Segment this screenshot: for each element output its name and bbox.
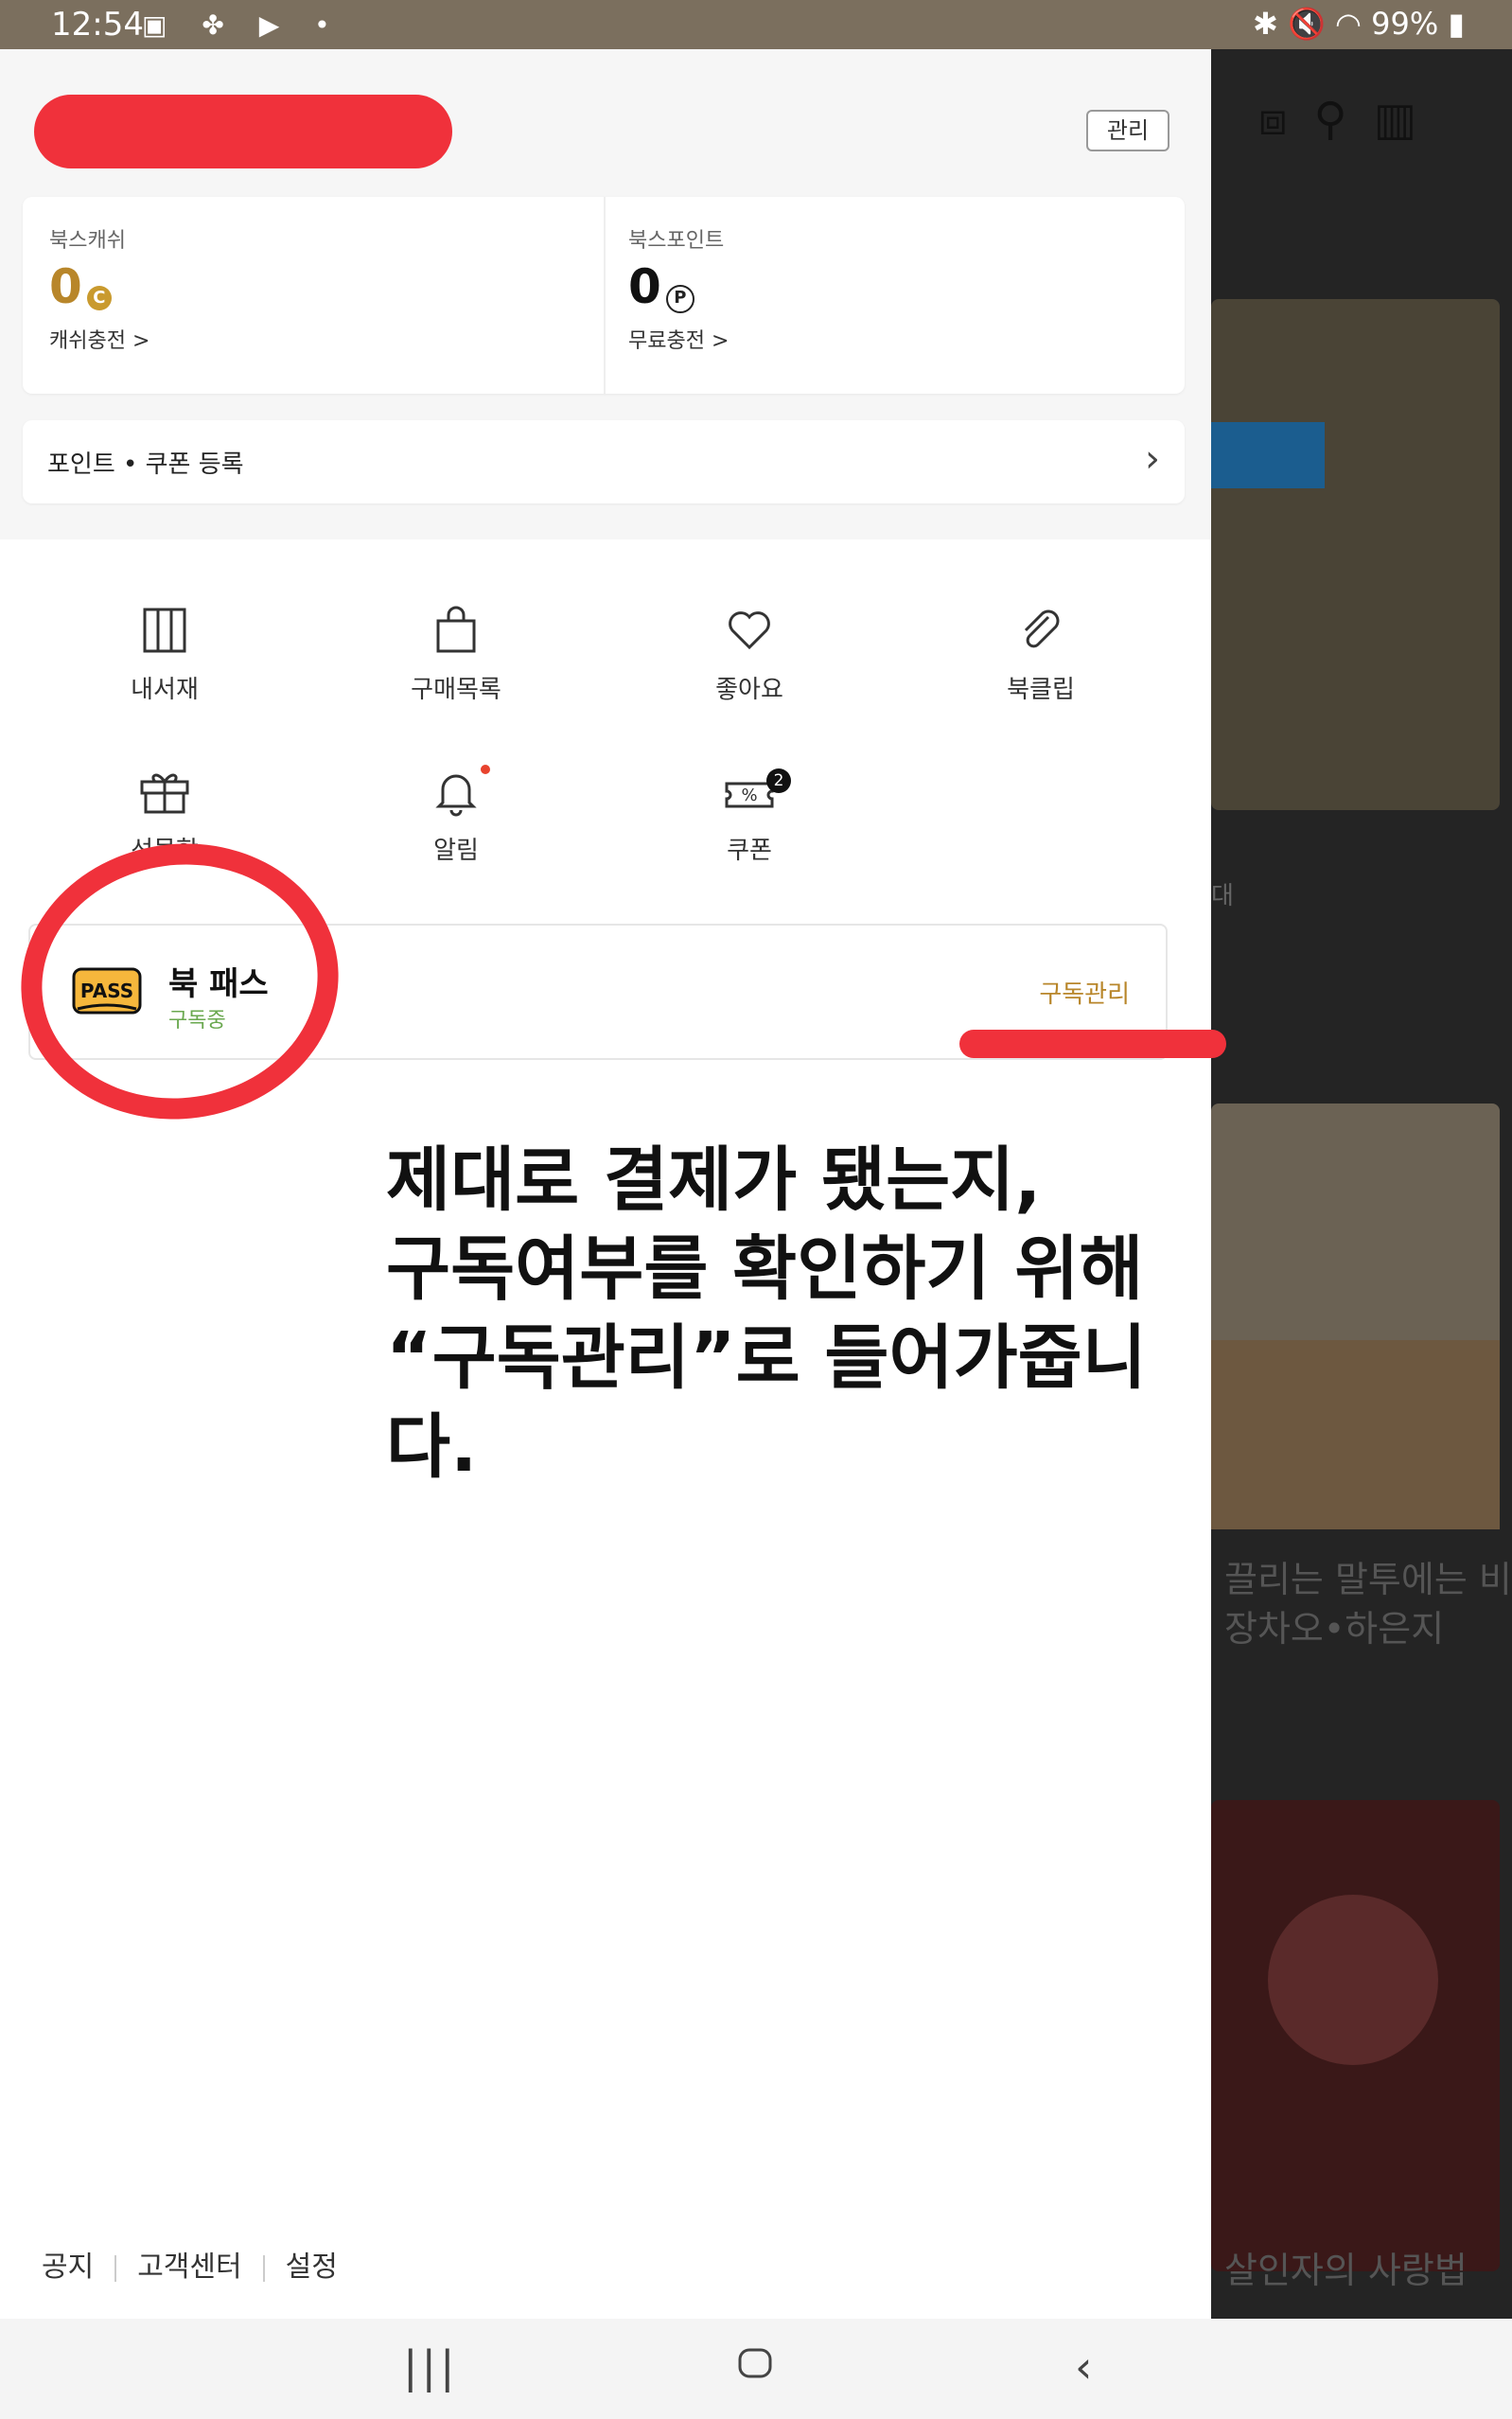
point-coupon-register-label: 포인트 • 쿠폰 등록 — [47, 450, 244, 479]
menu-bookclip[interactable]: 북클립 — [946, 606, 1135, 705]
drawer-footer: 공지 고객센터 설정 — [42, 2243, 338, 2290]
footer-settings-link[interactable]: 설정 — [286, 2251, 338, 2284]
status-notification-icons: ▣ ✤ ▶ • — [142, 9, 343, 41]
cash-value-row: 0 C — [49, 259, 149, 314]
menu-label: 내서재 — [131, 676, 199, 704]
account-drawer: 관리 북스캐쉬 0 C 캐쉬충전 > 북스포인트 0 P 무료충전 > 포인트 … — [0, 49, 1211, 2319]
drawer-header: 관리 북스캐쉬 0 C 캐쉬충전 > 북스포인트 0 P 무료충전 > 포인트 … — [0, 49, 1211, 539]
battery-label: 99% — [1371, 6, 1439, 42]
svg-text:%: % — [741, 786, 757, 805]
menu-notifications[interactable]: 알림 — [361, 765, 551, 866]
footer-divider — [114, 2254, 117, 2282]
free-charge-link[interactable]: 무료충전 > — [628, 324, 729, 354]
point-coupon-register-row[interactable]: 포인트 • 쿠폰 등록 › — [23, 420, 1185, 503]
menu-label: 쿠폰 — [727, 837, 772, 865]
footer-notice-link[interactable]: 공지 — [42, 2251, 94, 2284]
point-coin-icon: P — [665, 285, 694, 313]
bookmark-icon: ⧈ — [1258, 93, 1314, 146]
cash-label: 북스캐쉬 — [49, 229, 126, 253]
annotation-red-underline — [959, 1030, 1226, 1058]
annotation-line-1: 제대로 결제가 됐는지, — [386, 1139, 1042, 1221]
mute-icon: 🔇 — [1287, 6, 1326, 42]
heart-icon — [655, 606, 844, 662]
bg-book-cover-2b — [1211, 1800, 1500, 2271]
bookshelf-icon — [70, 606, 259, 662]
subscription-manage-link[interactable]: 구독관리 — [1039, 975, 1130, 1010]
menu-label: 구매목록 — [411, 676, 501, 704]
menu-label: 북클립 — [1007, 676, 1075, 704]
menu-coupons[interactable]: % 2 쿠폰 — [655, 767, 844, 866]
annotation-line-3: “구독관리”로 들어가줍니다. — [386, 1317, 1147, 1488]
cash-section: 북스캐쉬 0 C 캐쉬충전 > — [49, 223, 149, 354]
shopping-bag-icon — [361, 606, 551, 662]
menu-label: 좋아요 — [715, 676, 783, 704]
battery-icon: ▮ — [1448, 6, 1465, 42]
cash-value: 0 — [49, 259, 82, 314]
menu-purchase-list[interactable]: 구매목록 — [361, 606, 551, 705]
menu-likes[interactable]: 좋아요 — [655, 606, 844, 705]
cash-coin-icon: C — [86, 286, 112, 310]
redacted-username — [34, 95, 452, 168]
bg-book-author-1: 장차오•하은지 — [1224, 1608, 1445, 1650]
home-icon[interactable] — [736, 2341, 774, 2393]
bg-book-title-2: 살인자의 사랑법 — [1224, 2250, 1468, 2291]
menu-my-library[interactable]: 내서재 — [70, 606, 259, 705]
chevron-right-icon: › — [1145, 437, 1160, 481]
back-icon[interactable]: ‹ — [1075, 2341, 1092, 2393]
system-nav-bar: ||| ‹ — [0, 2319, 1512, 2419]
bg-book-cover-2 — [1211, 1104, 1500, 1529]
bookshelf-icon: ▥ — [1373, 93, 1444, 146]
annotation-text: 제대로 결제가 됐는지, 구독여부를 확인하기 위해 “구독관리”로 들어가줍니… — [386, 1136, 1211, 1492]
status-right: ✱ 🔇 ◠ 99% ▮ — [1253, 6, 1465, 42]
coupon-count-badge: 2 — [766, 768, 791, 793]
point-value: 0 — [628, 259, 661, 314]
point-section: 북스포인트 0 P 무료충전 > — [628, 223, 729, 354]
unread-dot — [481, 765, 490, 774]
bg-toolbar: ⧈⚲▥ — [1258, 93, 1443, 147]
search-icon: ⚲ — [1313, 93, 1374, 146]
bluetooth-icon: ✱ — [1253, 6, 1278, 42]
menu-label: 알림 — [433, 837, 479, 865]
bell-icon — [361, 765, 551, 823]
recent-apps-icon[interactable]: ||| — [403, 2341, 459, 2393]
footer-divider — [262, 2254, 265, 2282]
background-app: ⧈⚲▥ 대 끌리는 말투에는 비밀 장차오•하은지 살인자의 사랑법 — [1211, 49, 1512, 2319]
point-value-row: 0 P — [628, 259, 729, 314]
bg-book-cover-1 — [1211, 299, 1500, 810]
wallet-divider — [604, 197, 606, 394]
bg-partial-label: 대 — [1211, 882, 1234, 910]
annotation-line-2: 구독여부를 확인하기 위해 — [386, 1228, 1144, 1310]
status-time: 12:54 — [51, 6, 144, 44]
point-label: 북스포인트 — [628, 229, 725, 253]
bg-book-title-1: 끌리는 말투에는 비밀 — [1224, 1559, 1512, 1600]
coupon-icon: % 2 — [655, 767, 844, 823]
wifi-icon: ◠ — [1335, 6, 1362, 42]
manage-button[interactable]: 관리 — [1086, 110, 1169, 151]
cash-charge-link[interactable]: 캐쉬충전 > — [49, 324, 149, 354]
paperclip-icon — [946, 606, 1135, 662]
footer-customer-center-link[interactable]: 고객센터 — [137, 2251, 241, 2284]
annotation-red-circle — [3, 823, 357, 1139]
wallet-card: 북스캐쉬 0 C 캐쉬충전 > 북스포인트 0 P 무료충전 > — [23, 197, 1185, 394]
gift-icon — [70, 767, 259, 823]
status-bar: 12:54 ▣ ✤ ▶ • ✱ 🔇 ◠ 99% ▮ — [0, 0, 1512, 49]
